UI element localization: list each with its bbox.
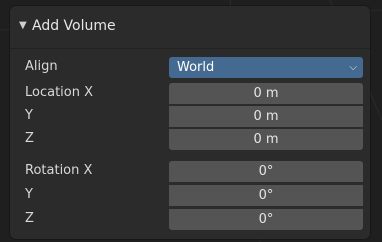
location-y-label: Y [25,108,33,123]
triangle-down-icon[interactable]: ▼ [19,20,27,31]
chevron-down-icon: ⌵ [349,62,357,73]
location-x-label: Location X [25,85,94,100]
panel-header[interactable]: ▼ Add Volume [10,6,370,49]
rotation-x-label: Rotation X [25,163,93,178]
location-x-field[interactable]: 0 m [169,83,363,104]
add-volume-panel: ▼ Add Volume Align World ⌵ Location X 0 … [10,6,370,239]
rotation-y-field[interactable]: 0° [169,185,363,206]
location-z-field[interactable]: 0 m [169,129,363,150]
align-value: World [177,60,215,75]
location-y-field[interactable]: 0 m [169,106,363,127]
rotation-x-field[interactable]: 0° [169,161,363,182]
align-dropdown[interactable]: World ⌵ [169,57,363,78]
rotation-z-field[interactable]: 0° [169,209,363,230]
rotation-y-label: Y [25,187,33,202]
align-label: Align [25,59,58,74]
location-z-label: Z [25,131,34,146]
panel-title: Add Volume [32,18,116,34]
rotation-z-label: Z [25,211,34,226]
